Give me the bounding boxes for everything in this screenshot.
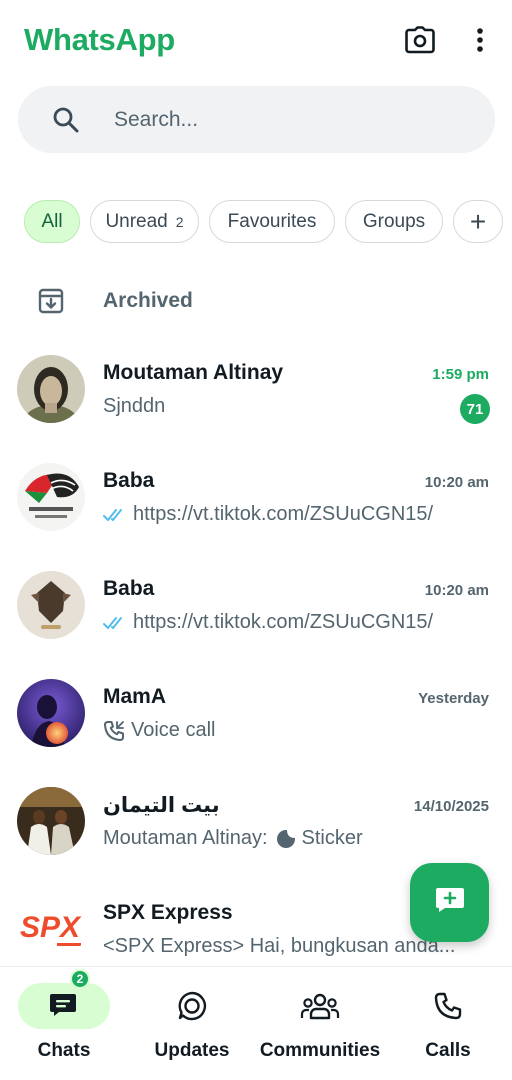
chat-time: 1:59 pm: [432, 366, 489, 383]
chat-name: Baba: [103, 469, 155, 492]
avatar: [17, 571, 85, 639]
filter-chip-groups[interactable]: Groups: [345, 200, 443, 243]
archived-row[interactable]: Archived: [0, 276, 512, 328]
chat-row[interactable]: Moutaman Altinay 1:59 pm Sjnddn 71: [0, 340, 512, 448]
more-vertical-icon[interactable]: [462, 22, 498, 58]
avatar: [17, 355, 85, 423]
chat-row[interactable]: Baba 10:20 am https://vt.tiktok.com/ZSUu…: [0, 448, 512, 556]
filter-chip-count: 2: [175, 213, 184, 230]
search-input[interactable]: [114, 104, 454, 136]
nav-calls[interactable]: Calls: [384, 967, 512, 1080]
chat-preview: Sjnddn: [103, 395, 493, 418]
nav-label: Calls: [425, 1040, 471, 1061]
chat-row[interactable]: Baba 10:20 am https://vt.tiktok.com/ZSUu…: [0, 556, 512, 664]
search-bar[interactable]: [18, 86, 495, 153]
search-icon: [52, 106, 80, 139]
chat-preview-text: Sticker: [301, 827, 363, 849]
chat-preview: https://vt.tiktok.com/ZSUuCGN15/: [103, 611, 493, 634]
updates-icon: [167, 983, 217, 1029]
chat-name: Moutaman Altinay: [103, 361, 284, 384]
chat-name: Baba: [103, 577, 155, 600]
chat-preview-text: <SPX Express> Hai, bungkusan anda...: [103, 935, 456, 957]
nav-active-indicator: [18, 983, 110, 1029]
chat-name: SPX Express: [103, 901, 233, 924]
app-title: WhatsApp: [24, 22, 175, 57]
new-chat-icon: [435, 887, 465, 918]
nav-label: Updates: [154, 1040, 230, 1061]
chat-time: 10:20 am: [424, 474, 489, 491]
unread-badge: 71: [460, 394, 490, 424]
new-chat-button[interactable]: [410, 863, 489, 942]
avatar: [17, 679, 85, 747]
app-header: WhatsApp: [0, 0, 512, 80]
svg-text:SPX: SPX: [20, 911, 82, 944]
double-check-icon: [103, 616, 127, 630]
add-filter-button[interactable]: +: [453, 200, 503, 243]
communities-icon: [295, 983, 345, 1029]
chat-preview-text: Voice call: [131, 719, 216, 741]
voice-call-icon: [103, 720, 125, 742]
chats-icon: [49, 991, 79, 1022]
plus-icon: +: [469, 205, 487, 237]
chat-preview-text: Sjnddn: [103, 395, 166, 417]
chat-preview-text: https://vt.tiktok.com/ZSUuCGN15/: [133, 503, 434, 525]
bottom-nav: 2 Chats Updates Communities Calls: [0, 966, 512, 1080]
camera-icon[interactable]: [402, 22, 438, 58]
nav-unread-badge: 2: [70, 969, 90, 989]
avatar: [17, 463, 85, 531]
nav-label: Chats: [37, 1040, 91, 1061]
chat-preview-sender: Moutaman Altinay:: [103, 827, 268, 849]
chat-time: 14/10/2025: [413, 798, 489, 815]
filter-chip-label: Unread: [105, 210, 168, 232]
chat-preview-text: https://vt.tiktok.com/ZSUuCGN15/: [133, 611, 434, 633]
chat-time: Yesterday: [418, 690, 489, 707]
nav-chats[interactable]: 2 Chats: [0, 967, 128, 1080]
calls-icon: [423, 983, 473, 1029]
chat-name: MamA: [103, 685, 167, 708]
archive-icon: [38, 288, 64, 319]
avatar: [17, 787, 85, 855]
nav-communities[interactable]: Communities: [256, 967, 384, 1080]
chat-row[interactable]: MamA Yesterday Voice call: [0, 664, 512, 772]
double-check-icon: [103, 508, 127, 522]
chat-name: بيت التيمان: [103, 794, 220, 817]
avatar: SPX: [17, 895, 85, 963]
nav-label: Communities: [259, 1040, 381, 1061]
filter-chips: All Unread 2 Favourites Groups +: [0, 200, 512, 246]
chat-preview: Voice call: [103, 719, 493, 742]
filter-chip-label: Groups: [362, 210, 426, 232]
chat-preview: https://vt.tiktok.com/ZSUuCGN15/: [103, 503, 493, 526]
filter-chip-label: All: [41, 210, 63, 232]
filter-chip-all[interactable]: All: [24, 200, 80, 243]
filter-chip-favourites[interactable]: Favourites: [209, 200, 335, 243]
sticker-icon: [276, 829, 296, 849]
chat-preview: Moutaman Altinay: Sticker: [103, 827, 493, 850]
nav-updates[interactable]: Updates: [128, 967, 256, 1080]
chat-time: 10:20 am: [424, 582, 489, 599]
filter-chip-unread[interactable]: Unread 2: [90, 200, 199, 243]
archived-label: Archived: [103, 289, 193, 312]
filter-chip-label: Favourites: [227, 210, 317, 232]
